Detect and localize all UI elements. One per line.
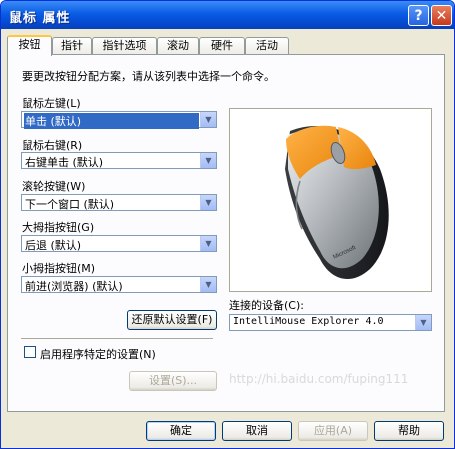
left-button-value: 单击 (默认) bbox=[24, 113, 199, 129]
cancel-button[interactable]: 取消 bbox=[222, 421, 292, 441]
app-specific-label: 启用程序特定的设置(N) bbox=[40, 348, 156, 361]
device-select[interactable]: IntelliMouse Explorer 4.0 ▼ bbox=[229, 314, 432, 331]
tab-pointers[interactable]: 指针 bbox=[52, 37, 92, 55]
right-button-select[interactable]: 右键单击 (默认) ▼ bbox=[21, 152, 217, 169]
tab-pointer-options[interactable]: 指针选项 bbox=[92, 37, 157, 55]
chevron-down-icon[interactable]: ▼ bbox=[200, 277, 216, 292]
tab-wheel[interactable]: 滚动 bbox=[157, 37, 199, 55]
mouse-preview: Microsoft bbox=[229, 108, 432, 292]
chevron-down-icon[interactable]: ▼ bbox=[200, 112, 216, 127]
right-button-label: 鼠标右键(R) bbox=[22, 139, 83, 152]
divider bbox=[21, 338, 213, 339]
help-button[interactable]: 帮助 bbox=[374, 421, 444, 441]
left-button-select[interactable]: 单击 (默认) ▼ bbox=[21, 111, 217, 129]
apply-button[interactable]: 应用(A) bbox=[298, 421, 368, 441]
device-value: IntelliMouse Explorer 4.0 bbox=[233, 316, 384, 327]
window-title: 鼠标 属性 bbox=[9, 11, 71, 26]
thumb-small-select[interactable]: 前进(浏览器) (默认) ▼ bbox=[21, 276, 217, 293]
thumb-big-label: 大拇指按钮(G) bbox=[22, 221, 95, 234]
thumb-big-value: 后退 (默认) bbox=[25, 239, 82, 252]
mouse-image: Microsoft bbox=[285, 125, 389, 280]
thumb-big-select[interactable]: 后退 (默认) ▼ bbox=[21, 235, 217, 252]
title-bar[interactable]: 鼠标 属性 ? ✕ bbox=[1, 1, 454, 29]
restore-defaults-button[interactable]: 还原默认设置(F) bbox=[127, 310, 217, 330]
chevron-down-icon[interactable]: ▼ bbox=[200, 195, 216, 210]
watermark-text: http://hi.baidu.com/fuping111 bbox=[229, 372, 409, 386]
thumb-small-label: 小拇指按钮(M) bbox=[22, 262, 96, 275]
settings-button[interactable]: 设置(S)... bbox=[129, 371, 217, 391]
app-specific-checkbox[interactable] bbox=[24, 346, 36, 358]
right-button-value: 右键单击 (默认) bbox=[25, 156, 104, 169]
wheel-button-select[interactable]: 下一个窗口 (默认) ▼ bbox=[21, 194, 217, 211]
wheel-button-value: 下一个窗口 (默认) bbox=[25, 198, 115, 211]
ok-button[interactable]: 确定 bbox=[146, 421, 216, 441]
chevron-down-icon[interactable]: ▼ bbox=[415, 315, 431, 330]
device-label: 连接的设备(C): bbox=[229, 299, 304, 312]
tab-buttons[interactable]: 按钮 bbox=[7, 35, 52, 56]
left-button-label: 鼠标左键(L) bbox=[22, 97, 81, 110]
close-icon[interactable]: ✕ bbox=[431, 5, 452, 26]
chevron-down-icon[interactable]: ▼ bbox=[200, 153, 216, 168]
wheel-button-label: 滚轮按键(W) bbox=[22, 180, 86, 193]
chevron-down-icon[interactable]: ▼ bbox=[200, 236, 216, 251]
thumb-small-value: 前进(浏览器) (默认) bbox=[25, 280, 123, 293]
mouse-properties-dialog: 鼠标 属性 ? ✕ 按钮 指针 指针选项 滚动 硬件 活动 要更改按钮分配方案，… bbox=[0, 0, 455, 449]
tab-activity[interactable]: 活动 bbox=[245, 37, 289, 55]
help-icon[interactable]: ? bbox=[408, 5, 429, 26]
tab-hardware[interactable]: 硬件 bbox=[199, 37, 245, 55]
instruction-text: 要更改按钮分配方案，请从该列表中选择一个命令。 bbox=[22, 70, 275, 83]
